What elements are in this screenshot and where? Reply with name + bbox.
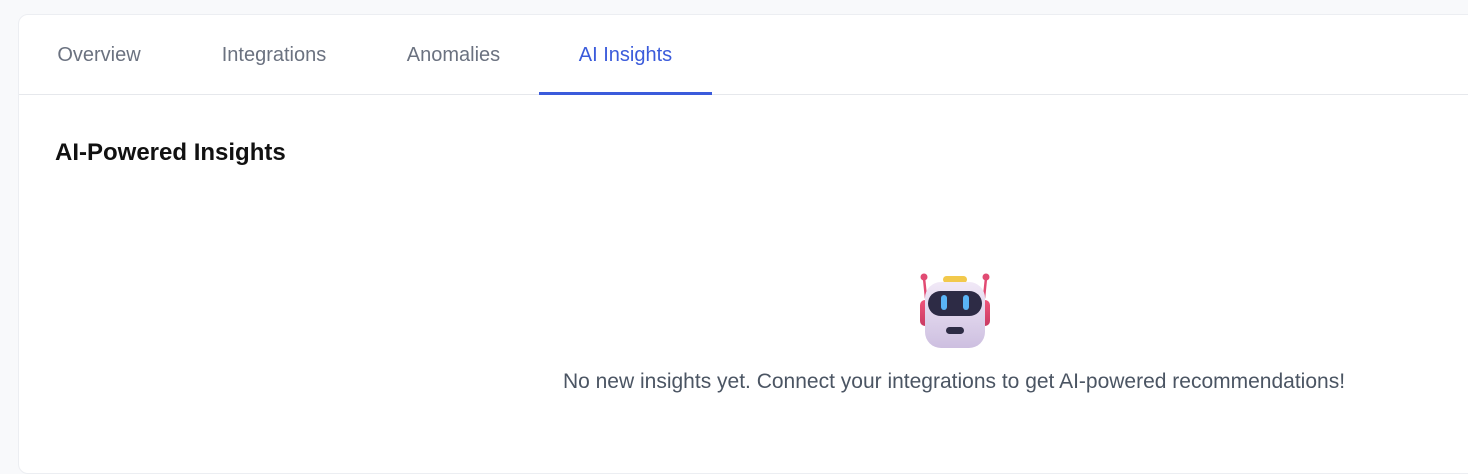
tab-anomalies[interactable]: Anomalies bbox=[386, 15, 521, 95]
empty-state: No new insights yet. Connect your integr… bbox=[449, 270, 1459, 410]
empty-state-message: No new insights yet. Connect your integr… bbox=[562, 370, 1346, 393]
tab-bar: Overview Integrations Anomalies AI Insig… bbox=[19, 15, 1468, 95]
tab-overview[interactable]: Overview bbox=[37, 15, 161, 95]
insights-card: Overview Integrations Anomalies AI Insig… bbox=[18, 14, 1468, 474]
tab-integrations[interactable]: Integrations bbox=[199, 15, 349, 95]
section-title: AI-Powered Insights bbox=[55, 139, 286, 166]
tab-ai-insights[interactable]: AI Insights bbox=[539, 15, 712, 95]
robot-icon bbox=[919, 270, 991, 350]
